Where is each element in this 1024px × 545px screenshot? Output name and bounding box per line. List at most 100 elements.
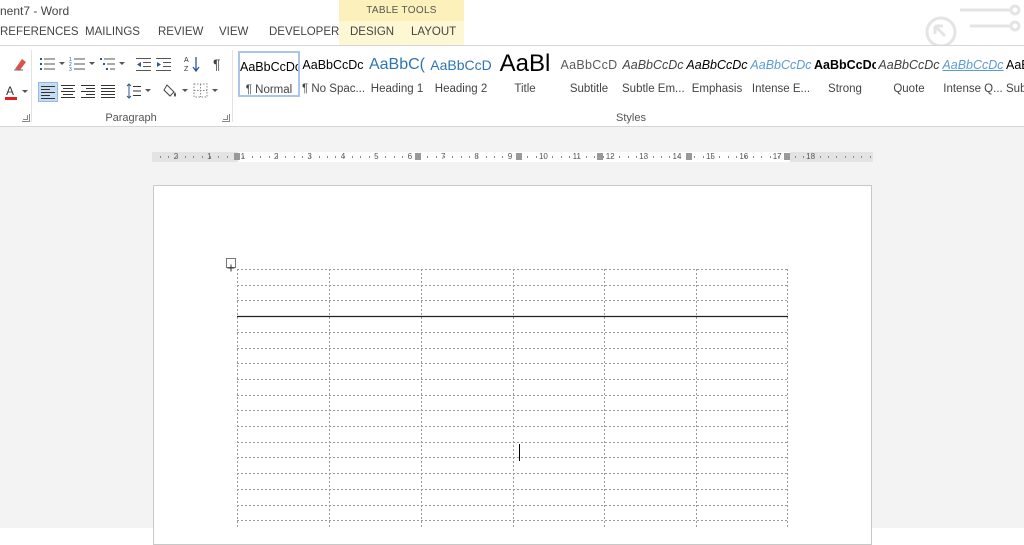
- ruler-tick: [411, 156, 412, 158]
- ruler-column-marker[interactable]: [597, 153, 603, 160]
- table-move-handle-icon[interactable]: [226, 258, 236, 272]
- sort-icon[interactable]: AZ: [183, 55, 201, 73]
- ruler-tick: [260, 156, 261, 158]
- style-name: Strong: [828, 83, 862, 95]
- ruler-tick: [845, 156, 846, 158]
- ruler-tick: [427, 156, 428, 158]
- style-title[interactable]: AaBl Title: [494, 50, 556, 102]
- font-dialog-launcher-icon[interactable]: [22, 114, 30, 122]
- tab-design[interactable]: DESIGN: [350, 26, 394, 38]
- style-sample: AaBbCcDc: [686, 58, 748, 72]
- ruler-tick: [360, 156, 361, 158]
- ruler-tick: [160, 156, 161, 158]
- tab-references[interactable]: REFERENCES: [0, 26, 79, 38]
- style-name: Subtitle: [569, 83, 609, 95]
- ruler-tick: [243, 156, 244, 158]
- ruler-tick: [552, 156, 553, 158]
- ruler-tick: [569, 156, 570, 158]
- style-subtitle[interactable]: AaBbCcD Subtitle: [558, 50, 620, 102]
- style-name: Intense Q...: [943, 83, 1003, 95]
- justify-icon[interactable]: [99, 82, 117, 100]
- ruler-number: 14: [672, 152, 682, 161]
- decrease-indent-icon[interactable]: [135, 55, 153, 73]
- show-formatting-marks-icon[interactable]: ¶: [210, 55, 228, 73]
- style-quote[interactable]: AaBbCcDc Quote: [878, 50, 940, 102]
- tab-developer[interactable]: DEVELOPER: [269, 26, 339, 38]
- group-separator: [232, 50, 233, 122]
- ruler-tick: [394, 156, 395, 158]
- ruler-tick: [678, 156, 679, 158]
- bullets-icon[interactable]: [39, 55, 57, 73]
- style-sample: AaBb: [1006, 58, 1024, 72]
- line-spacing-dropdown-icon[interactable]: [145, 89, 151, 92]
- ruler-tick: [402, 156, 403, 158]
- style-normal[interactable]: AaBbCcDc ¶ Normal: [238, 51, 300, 97]
- style-intense-emphasis[interactable]: AaBbCcDc Intense E...: [750, 50, 812, 102]
- style-intense-quote[interactable]: AaBbCcDc Intense Q...: [942, 50, 1004, 102]
- style-name: ¶ No Spac...: [302, 83, 364, 95]
- svg-text:¶: ¶: [213, 56, 221, 72]
- style-sample: AaBbCcDc: [814, 58, 876, 72]
- ruler-tick: [586, 156, 587, 158]
- paragraph-dialog-launcher-icon[interactable]: [222, 114, 230, 122]
- tab-mailings[interactable]: MAILINGS: [85, 26, 140, 38]
- ruler-column-marker[interactable]: [415, 153, 421, 160]
- borders-dropdown-icon[interactable]: [212, 89, 218, 92]
- style-heading-1[interactable]: AaBbC( Heading 1: [366, 50, 428, 102]
- ruler-tick: [603, 156, 604, 158]
- line-spacing-icon[interactable]: [125, 82, 143, 100]
- ruler-tick: [210, 156, 211, 158]
- increase-indent-icon[interactable]: [155, 55, 173, 73]
- align-center-icon[interactable]: [59, 82, 77, 100]
- style-emphasis[interactable]: AaBbCcDc Emphasis: [686, 50, 748, 102]
- borders-icon[interactable]: [192, 82, 210, 100]
- ruler-tick: [644, 156, 645, 158]
- ruler-column-marker[interactable]: [516, 153, 522, 160]
- multilevel-dropdown-icon[interactable]: [119, 62, 125, 65]
- multilevel-list-icon[interactable]: [99, 55, 117, 73]
- table[interactable]: [237, 269, 788, 529]
- ruler-tick: [536, 156, 537, 158]
- tab-review[interactable]: REVIEW: [158, 26, 203, 38]
- ruler-tick: [753, 156, 754, 158]
- svg-text:A: A: [184, 57, 189, 64]
- ruler-tick: [302, 156, 303, 158]
- svg-text:A: A: [6, 84, 14, 98]
- style-subtle-reference[interactable]: AaBb Subt: [1006, 50, 1024, 102]
- style-heading-2[interactable]: AaBbCcD Heading 2: [430, 50, 492, 102]
- ruler-column-marker[interactable]: [234, 153, 240, 160]
- ruler-tick: [202, 156, 203, 158]
- align-left-icon[interactable]: [38, 82, 58, 102]
- ruler-tick: [502, 156, 503, 158]
- numbering-icon[interactable]: 123: [69, 55, 87, 73]
- ruler-tick: [177, 156, 178, 158]
- style-subtle-emphasis[interactable]: AaBbCcDc Subtle Em...: [622, 50, 684, 102]
- shading-dropdown-icon[interactable]: [182, 89, 188, 92]
- tab-view[interactable]: VIEW: [219, 26, 248, 38]
- style-no-spacing[interactable]: AaBbCcDc ¶ No Spac...: [302, 50, 364, 102]
- ruler-tick: [452, 156, 453, 158]
- shading-icon[interactable]: [162, 82, 180, 100]
- align-right-icon[interactable]: [79, 82, 97, 100]
- ruler-tick: [252, 156, 253, 158]
- ruler-tick: [310, 156, 311, 158]
- ruler-tick: [436, 156, 437, 158]
- font-color-dropdown-icon[interactable]: [22, 90, 28, 93]
- ribbon-decoration: [915, 0, 1024, 48]
- style-name: Emphasis: [691, 83, 743, 95]
- ruler-tick: [703, 156, 704, 158]
- ruler-column-marker[interactable]: [784, 153, 790, 160]
- ruler-tick: [619, 156, 620, 158]
- numbering-dropdown-icon[interactable]: [89, 62, 95, 65]
- ruler-column-marker[interactable]: [686, 153, 692, 160]
- style-strong[interactable]: AaBbCcDc Strong: [814, 50, 876, 102]
- table-tools-label: TABLE TOOLS: [366, 5, 437, 16]
- style-sample: AaBl: [499, 50, 551, 77]
- bullets-dropdown-icon[interactable]: [59, 62, 65, 65]
- style-sample: AaBbCcDc: [878, 58, 940, 72]
- tab-layout[interactable]: LAYOUT: [411, 26, 456, 38]
- ruler-tick: [193, 156, 194, 158]
- clear-formatting-icon[interactable]: [11, 55, 29, 73]
- font-color-icon[interactable]: A: [3, 83, 21, 101]
- ruler-tick: [636, 156, 637, 158]
